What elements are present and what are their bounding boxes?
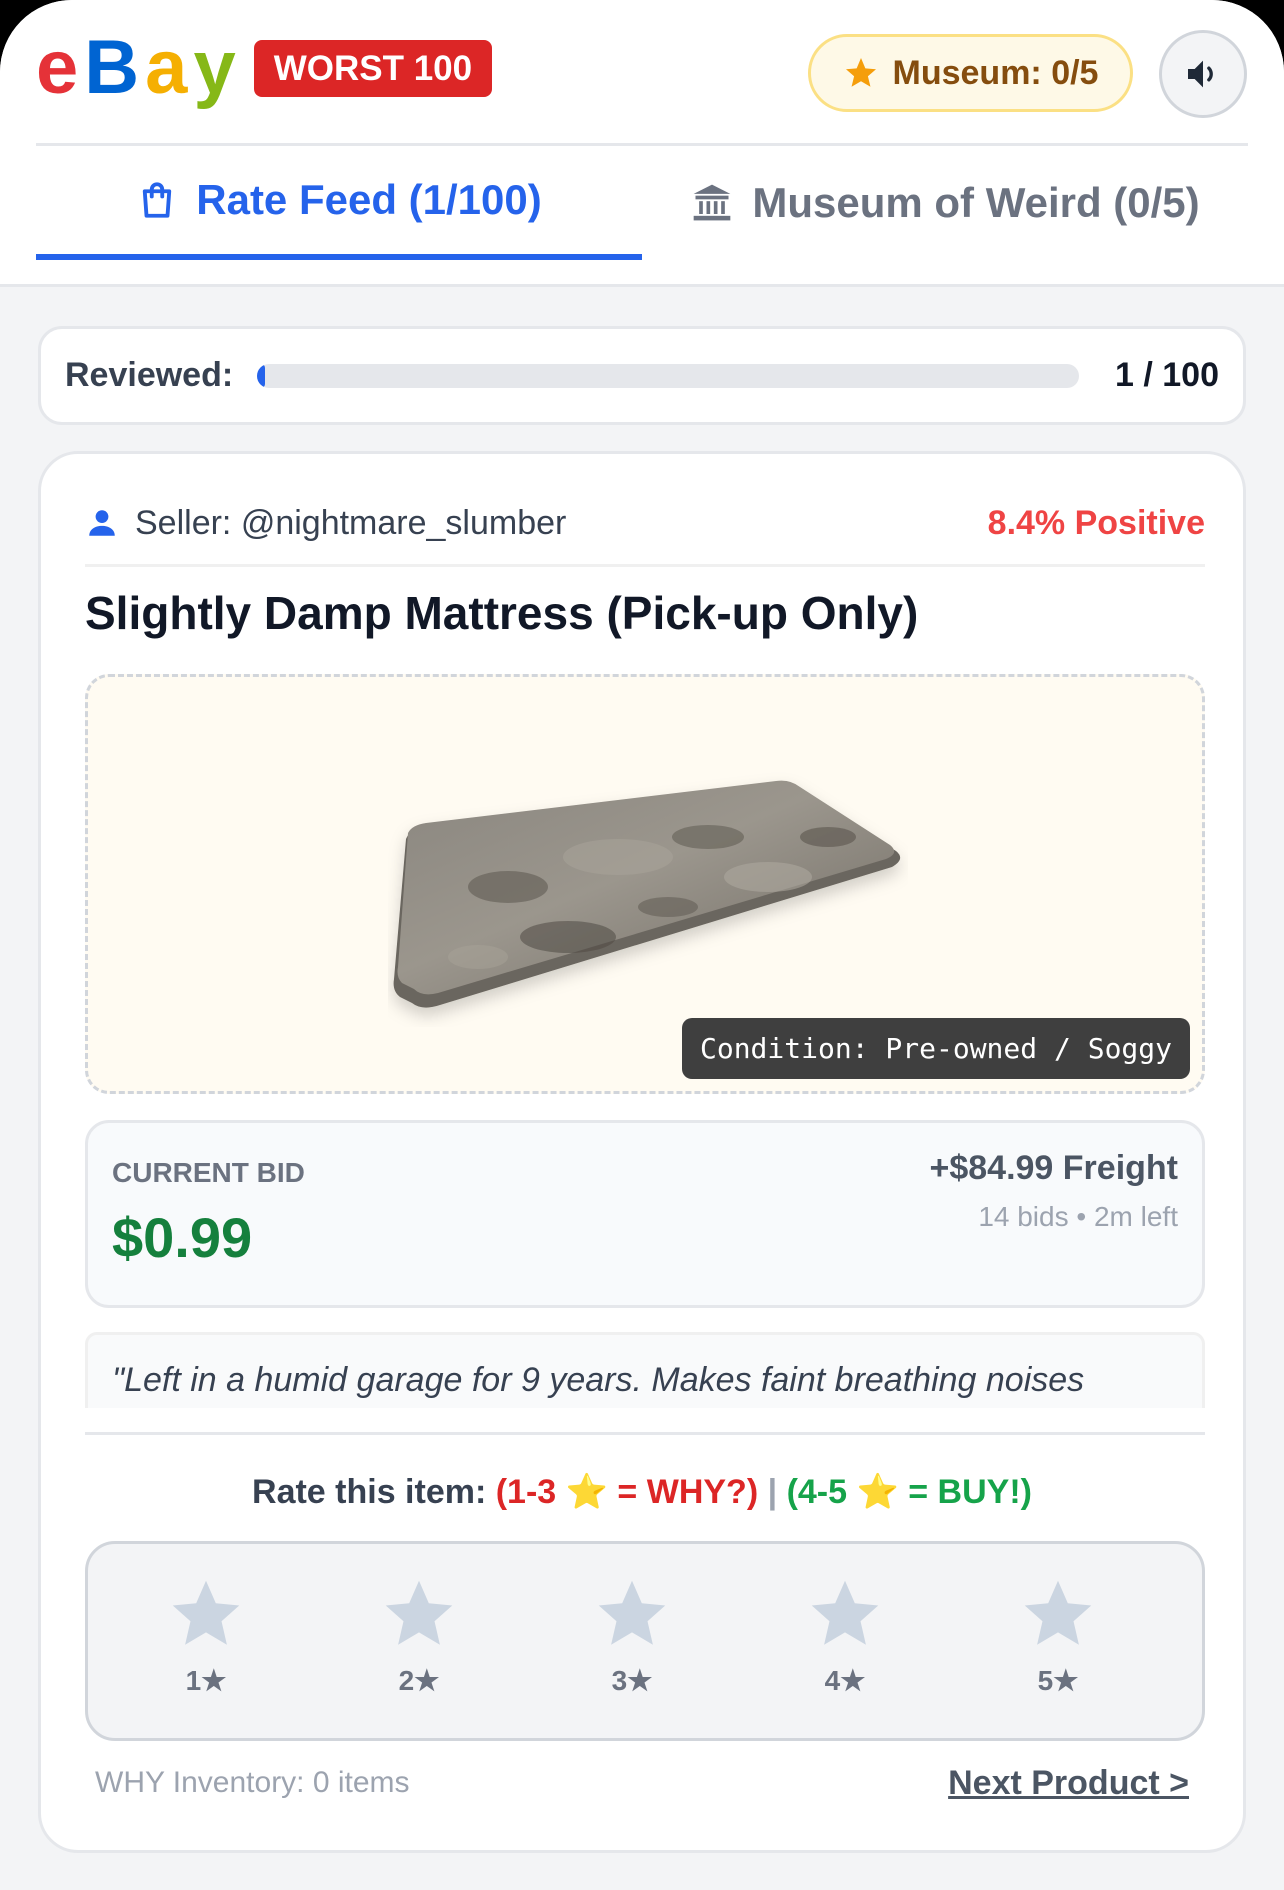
product-card: Seller: @nightmare_slumber 8.4% Positive…: [38, 451, 1246, 1853]
sound-toggle-button[interactable]: [1159, 30, 1247, 118]
product-image-frame: Condition: Pre-owned / Soggy: [85, 674, 1205, 1094]
divider: [85, 564, 1205, 567]
seller-name[interactable]: Seller: @nightmare_slumber: [135, 504, 566, 543]
bid-meta: 14 bids • 2m left: [978, 1201, 1178, 1232]
shopping-bag-icon: [143, 182, 172, 218]
app-header: e B a y WORST 100 Museum: 0/5 Rate Feed …: [0, 0, 1284, 287]
star-icon: [1024, 1580, 1092, 1645]
star-label: 2★: [398, 1665, 440, 1696]
app-screen: e B a y WORST 100 Museum: 0/5 Rate Feed …: [0, 0, 1284, 1890]
progress-count: 1 / 100: [1115, 356, 1219, 394]
logo-letter: e: [36, 25, 85, 110]
progress-bar: [257, 363, 1080, 388]
museum-counter-label: Museum: 0/5: [892, 53, 1099, 92]
logo-letter: y: [193, 25, 242, 110]
star-rating-panel: 1★ 2★ 3★ 4★ 5★: [85, 1541, 1205, 1741]
logo-letter: B: [84, 25, 146, 110]
star-label: 5★: [1037, 1665, 1079, 1696]
mattress-image: [393, 780, 901, 1008]
divider: [85, 1432, 1205, 1435]
rate-buy-hint: (4-5 ⭐ = BUY!): [786, 1473, 1032, 1511]
description-text: "Left in a humid garage for 9 years. Mak…: [112, 1361, 1085, 1399]
star-4-button[interactable]: 4★: [795, 1576, 895, 1716]
star-label: 4★: [824, 1665, 866, 1696]
star-5-button[interactable]: 5★: [1008, 1576, 1108, 1716]
condition-tag: Condition: Pre-owned / Soggy: [681, 1018, 1190, 1079]
star-icon: [172, 1580, 240, 1645]
tab-label: Museum of Weird (0/5): [752, 179, 1200, 226]
logo-wordmark: e B a y: [36, 30, 242, 106]
rate-why-hint: (1-3 ⭐ = WHY?): [495, 1473, 759, 1511]
why-inventory-count: WHY Inventory: 0 items: [95, 1766, 410, 1799]
next-product-link[interactable]: Next Product >: [948, 1764, 1189, 1803]
rate-prompt: Rate this item: (1-3 ⭐ = WHY?) | (4-5 ⭐ …: [41, 1472, 1243, 1512]
description-box[interactable]: "Left in a humid garage for 9 years. Mak…: [85, 1332, 1205, 1408]
freight-cost: +$84.99 Freight: [929, 1149, 1178, 1187]
user-icon: [89, 510, 115, 536]
star-icon: [845, 58, 876, 87]
progress-fill: [257, 363, 266, 388]
current-bid-amount: $0.99: [112, 1206, 253, 1269]
star-2-button[interactable]: 2★: [369, 1576, 469, 1716]
seller-row: Seller: @nightmare_slumber 8.4% Positive: [85, 496, 1205, 550]
star-3-button[interactable]: 3★: [582, 1576, 682, 1716]
museum-counter[interactable]: Museum: 0/5: [808, 34, 1133, 112]
current-bid-label: CURRENT BID: [112, 1157, 305, 1188]
bid-panel: CURRENT BID $0.99 +$84.99 Freight 14 bid…: [85, 1120, 1205, 1308]
review-progress: Reviewed: 1 / 100: [38, 326, 1246, 425]
star-icon: [598, 1580, 666, 1645]
museum-icon: [694, 184, 731, 221]
rate-separator: |: [767, 1473, 778, 1511]
product-title: Slightly Damp Mattress (Pick-up Only): [85, 587, 919, 639]
seller-rating: 8.4% Positive: [987, 503, 1205, 542]
star-label: 3★: [611, 1665, 653, 1696]
speaker-icon: [1188, 60, 1213, 88]
tab-museum-of-weird[interactable]: Museum of Weird (0/5): [642, 146, 1248, 260]
rate-prompt-label: Rate this item:: [252, 1473, 487, 1511]
worst-100-badge: WORST 100: [253, 39, 493, 97]
progress-label: Reviewed:: [65, 356, 234, 394]
tab-rate-feed[interactable]: Rate Feed (1/100): [36, 146, 642, 260]
ebay-logo: e B a y WORST 100: [36, 30, 493, 106]
star-icon: [811, 1580, 879, 1645]
star-icon: [385, 1580, 453, 1645]
logo-letter: a: [145, 25, 194, 110]
star-1-button[interactable]: 1★: [156, 1576, 256, 1716]
star-label: 1★: [185, 1665, 227, 1696]
tab-label: Rate Feed (1/100): [196, 176, 542, 223]
